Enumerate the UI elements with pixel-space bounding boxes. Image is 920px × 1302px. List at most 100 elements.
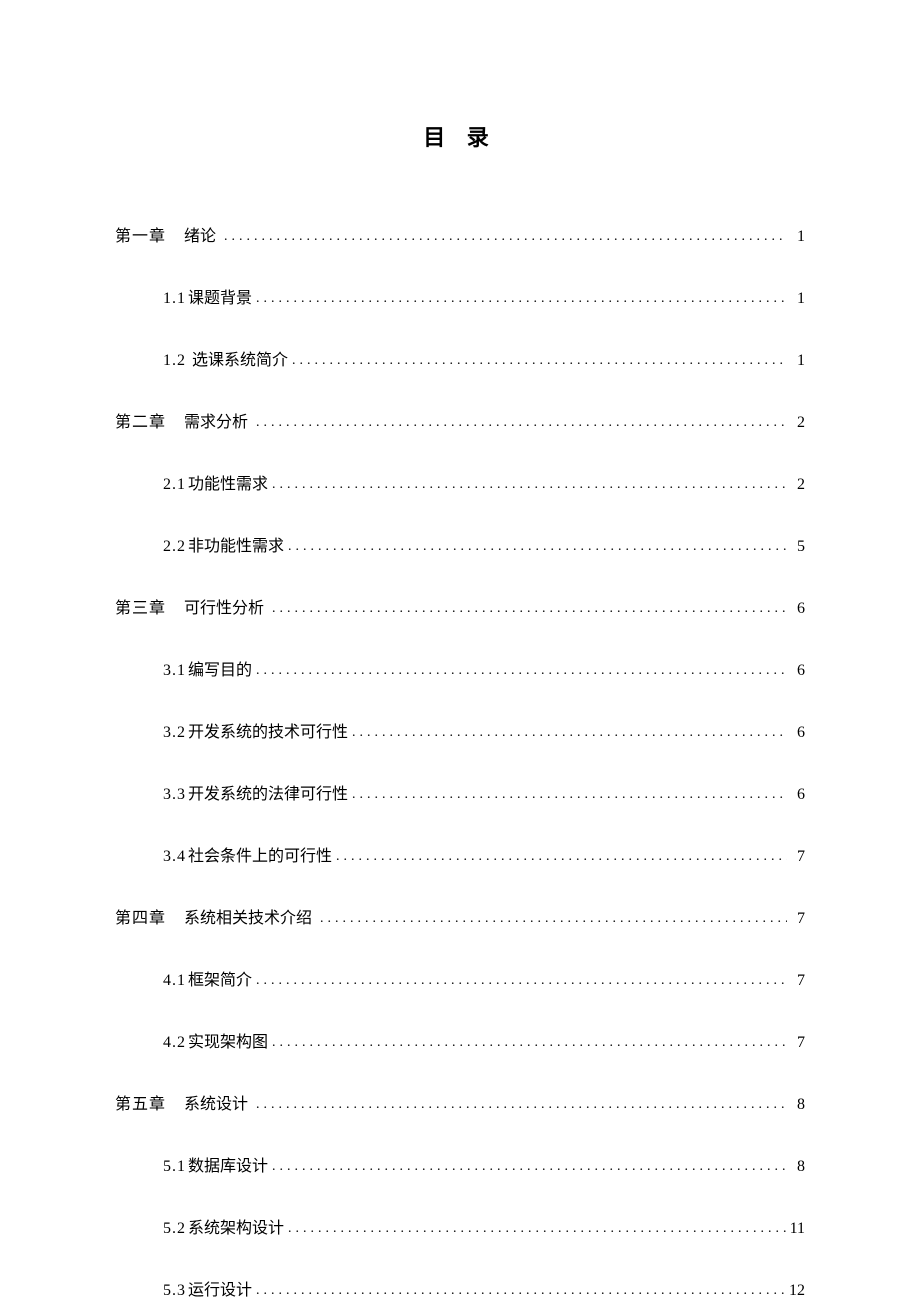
page-number: 11 xyxy=(787,1220,805,1238)
toc-entry: 2.1功能性需求2 xyxy=(163,470,805,494)
page-number: 7 xyxy=(787,1034,805,1052)
dot-leader xyxy=(332,849,787,865)
page-number: 2 xyxy=(787,414,805,432)
toc-entry: 3.2开发系统的技术可行性 6 xyxy=(163,718,805,742)
toc-entry: 第一章 绪论 1 xyxy=(115,222,805,246)
toc-entry: 第四章系统相关技术介绍 7 xyxy=(115,904,805,928)
page-number: 1 xyxy=(787,290,805,308)
section-number: 3.2 xyxy=(163,724,186,741)
dot-leader xyxy=(268,477,787,493)
toc-entry: 4.2实现架构图 7 xyxy=(163,1028,805,1052)
dot-leader xyxy=(348,787,787,803)
section-number: 4.1 xyxy=(163,972,186,989)
dot-leader xyxy=(252,973,787,989)
section-number: 3.1 xyxy=(163,662,186,679)
toc-entry: 3.1编写目的 6 xyxy=(163,656,805,680)
toc-entry: 3.4社会条件上的可行性 7 xyxy=(163,842,805,866)
chapter-title: 绪论 xyxy=(184,228,216,245)
chapter-title: 需求分析 xyxy=(184,414,248,431)
chapter-label: 第四章系统相关技术介绍 xyxy=(115,904,316,928)
dot-leader xyxy=(252,291,787,307)
page-number: 6 xyxy=(787,724,805,742)
chapter-label: 第五章 系统设计 xyxy=(115,1090,252,1114)
dot-leader xyxy=(252,1097,787,1113)
page-number: 7 xyxy=(787,972,805,990)
section-number: 3.3 xyxy=(163,786,186,803)
dot-leader xyxy=(268,601,787,617)
section-number: 4.2 xyxy=(163,1034,186,1051)
section-title: 框架简介 xyxy=(188,972,252,989)
dot-leader xyxy=(252,415,787,431)
dot-leader xyxy=(252,1283,787,1299)
page-number: 6 xyxy=(787,600,805,618)
section-number: 1.1 xyxy=(163,290,186,307)
section-number: 2.2 xyxy=(163,538,186,555)
dot-leader xyxy=(268,1159,787,1175)
section-label: 3.2开发系统的技术可行性 xyxy=(163,718,348,742)
dot-leader xyxy=(288,353,787,369)
toc-entry: 第二章 需求分析 2 xyxy=(115,408,805,432)
toc-title: 目 录 xyxy=(115,120,805,152)
page-number: 8 xyxy=(787,1158,805,1176)
page-number: 12 xyxy=(787,1282,805,1300)
page-number: 1 xyxy=(787,352,805,370)
section-title: 开发系统的法律可行性 xyxy=(188,786,348,803)
section-title: 编写目的 xyxy=(188,662,252,679)
section-label: 4.2实现架构图 xyxy=(163,1028,268,1052)
page-number: 7 xyxy=(787,848,805,866)
section-label: 2.1功能性需求 xyxy=(163,470,268,494)
toc-entry: 1.1课题背景 1 xyxy=(163,284,805,308)
section-label: 1.2 选课系统简介 xyxy=(163,346,288,370)
section-title: 课题背景 xyxy=(188,290,252,307)
section-title: 开发系统的技术可行性 xyxy=(188,724,348,741)
section-label: 3.4社会条件上的可行性 xyxy=(163,842,332,866)
section-label: 3.1编写目的 xyxy=(163,656,252,680)
toc-entry: 第三章 可行性分析 6 xyxy=(115,594,805,618)
toc-entry: 1.2 选课系统简介 1 xyxy=(163,346,805,370)
dot-leader xyxy=(284,539,787,555)
toc-entry: 4.1框架简介 7 xyxy=(163,966,805,990)
dot-leader xyxy=(348,725,787,741)
section-number: 1.2 xyxy=(163,352,186,369)
page-number: 6 xyxy=(787,662,805,680)
dot-leader xyxy=(284,1221,787,1237)
section-label: 4.1框架简介 xyxy=(163,966,252,990)
page-number: 7 xyxy=(787,910,805,928)
chapter-number: 第一章 xyxy=(115,228,166,245)
section-label: 5.1数据库设计 xyxy=(163,1152,268,1176)
toc-list: 第一章 绪论 1 1.1课题背景 1 1.2 选课系统简介 1 第二章 需求分析 2 2.1功能性需… xyxy=(115,222,805,1300)
dot-leader xyxy=(220,229,787,245)
section-label: 2.2非功能性需求 xyxy=(163,532,284,556)
section-number: 3.4 xyxy=(163,848,186,865)
chapter-label: 第二章 需求分析 xyxy=(115,408,252,432)
section-title: 选课系统简介 xyxy=(192,352,288,369)
toc-entry: 第五章 系统设计 8 xyxy=(115,1090,805,1114)
chapter-title: 系统设计 xyxy=(184,1096,248,1113)
section-title: 系统架构设计 xyxy=(188,1220,284,1237)
chapter-number: 第四章 xyxy=(115,910,166,927)
chapter-label: 第一章 绪论 xyxy=(115,222,220,246)
dot-leader xyxy=(252,663,787,679)
section-label: 1.1课题背景 xyxy=(163,284,252,308)
toc-entry: 2.2非功能性需求 5 xyxy=(163,532,805,556)
chapter-number: 第二章 xyxy=(115,414,166,431)
section-title: 社会条件上的可行性 xyxy=(188,848,332,865)
dot-leader xyxy=(268,1035,787,1051)
section-number: 5.2 xyxy=(163,1220,186,1237)
section-title: 数据库设计 xyxy=(188,1158,268,1175)
chapter-number: 第三章 xyxy=(115,600,166,617)
page-number: 6 xyxy=(787,786,805,804)
section-title: 运行设计 xyxy=(188,1282,252,1299)
toc-entry: 3.3开发系统的法律可行性 6 xyxy=(163,780,805,804)
page-number: 1 xyxy=(787,228,805,246)
toc-entry: 5.1数据库设计 8 xyxy=(163,1152,805,1176)
section-number: 5.3 xyxy=(163,1282,186,1299)
chapter-label: 第三章 可行性分析 xyxy=(115,594,268,618)
section-title: 非功能性需求 xyxy=(188,538,284,555)
chapter-title: 可行性分析 xyxy=(184,600,264,617)
page-number: 5 xyxy=(787,538,805,556)
chapter-number: 第五章 xyxy=(115,1096,166,1113)
section-label: 5.3运行设计 xyxy=(163,1276,252,1300)
page-number: 8 xyxy=(787,1096,805,1114)
section-number: 5.1 xyxy=(163,1158,186,1175)
